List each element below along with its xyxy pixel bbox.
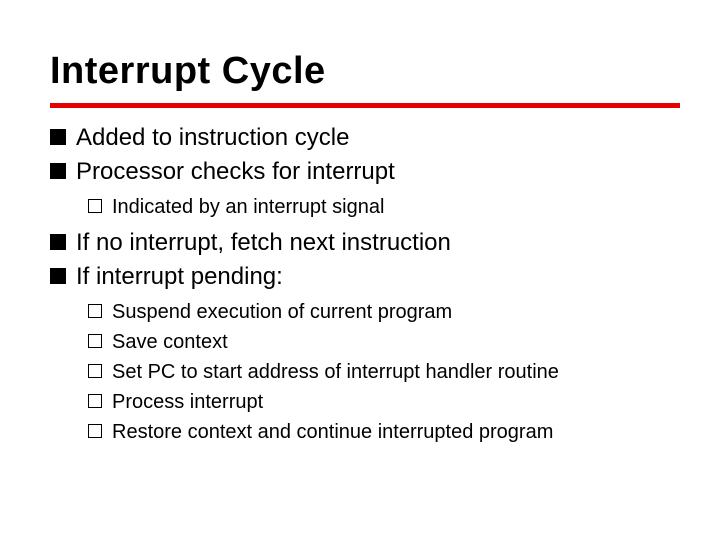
bullet-text: Save context xyxy=(112,331,228,353)
bullet-text: If no interrupt, fetch next instruction xyxy=(76,229,451,256)
sub-bullet-list: Suspend execution of current program Sav… xyxy=(76,298,680,446)
bullet-text: Processor checks for interrupt xyxy=(76,158,395,185)
bullet-text: Restore context and continue interrupted… xyxy=(112,421,553,443)
list-item: Suspend execution of current program xyxy=(88,298,680,326)
list-item: Indicated by an interrupt signal xyxy=(88,193,680,221)
bullet-list: Added to instruction cycle Processor che… xyxy=(50,122,680,446)
list-item: If interrupt pending: Suspend execution … xyxy=(50,261,680,445)
list-item: Processor checks for interrupt Indicated… xyxy=(50,156,680,220)
sub-bullet-list: Indicated by an interrupt signal xyxy=(76,193,680,221)
list-item: Process interrupt xyxy=(88,388,680,416)
list-item: Set PC to start address of interrupt han… xyxy=(88,358,680,386)
list-item: If no interrupt, fetch next instruction xyxy=(50,227,680,259)
bullet-text: Added to instruction cycle xyxy=(76,124,349,151)
list-item: Added to instruction cycle xyxy=(50,122,680,154)
slide-title: Interrupt Cycle xyxy=(50,50,680,93)
bullet-text: Suspend execution of current program xyxy=(112,301,452,323)
list-item: Save context xyxy=(88,328,680,356)
bullet-text: Indicated by an interrupt signal xyxy=(112,196,384,218)
slide: Interrupt Cycle Added to instruction cyc… xyxy=(0,0,720,540)
list-item: Restore context and continue interrupted… xyxy=(88,418,680,446)
bullet-text: Process interrupt xyxy=(112,391,263,413)
bullet-text: If interrupt pending: xyxy=(76,263,283,290)
title-underline xyxy=(50,103,680,108)
bullet-text: Set PC to start address of interrupt han… xyxy=(112,361,559,383)
